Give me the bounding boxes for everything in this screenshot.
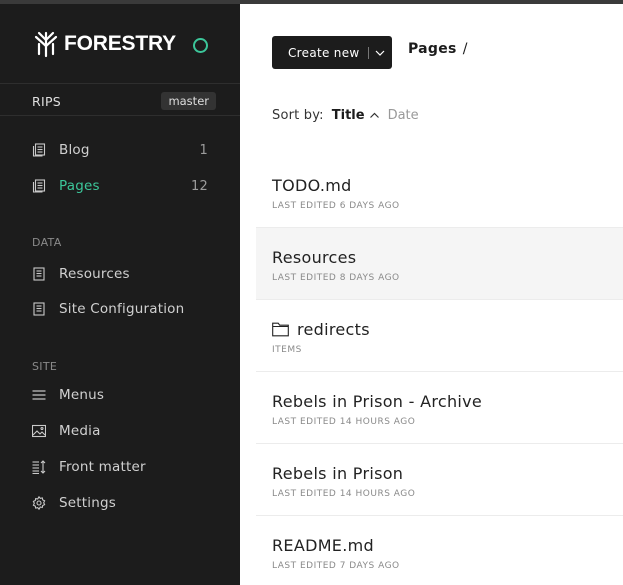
site-switcher[interactable]: RIPS master: [32, 92, 216, 110]
list-item-title: Rebels in Prison: [272, 464, 404, 483]
list-item-title: README.md: [272, 536, 374, 555]
list-item[interactable]: Rebels in Prison - Archive LAST EDITED 1…: [256, 372, 623, 444]
sidebar-item-count: 1: [199, 142, 208, 158]
breadcrumb-current[interactable]: Pages: [408, 41, 457, 57]
sort-controls: Sort by: Title Date: [272, 108, 419, 123]
document-stack-icon: [32, 179, 46, 193]
logo[interactable]: FORESTRY: [32, 30, 176, 58]
list-item-title-wrap: redirects: [272, 320, 370, 339]
sidebar: FORESTRY RIPS master Blog 1 Pages 12 DAT…: [0, 4, 240, 585]
sidebar-item-label: Menus: [59, 387, 105, 403]
sidebar-item-resources[interactable]: Resources: [32, 263, 208, 285]
list-item-meta: LAST EDITED 7 DAYS AGO: [272, 561, 400, 571]
document-icon: [33, 302, 45, 316]
list-item-title: redirects: [297, 320, 370, 339]
breadcrumb-separator: /: [462, 41, 468, 57]
gear-icon: [32, 496, 46, 510]
folder-icon: [272, 322, 289, 337]
list-item-meta: ITEMS: [272, 345, 302, 355]
forestry-tree-icon: [34, 31, 58, 58]
sort-by-title[interactable]: Title: [332, 108, 365, 123]
branch-badge[interactable]: master: [161, 92, 216, 110]
create-new-label: Create new: [288, 45, 360, 60]
sidebar-item-label: Resources: [59, 266, 130, 282]
chevron-up-icon[interactable]: [369, 110, 380, 121]
breadcrumb: Pages /: [408, 41, 468, 57]
list-item-folder[interactable]: redirects ITEMS: [256, 300, 623, 372]
create-new-button[interactable]: Create new: [272, 36, 392, 69]
sidebar-item-blog[interactable]: Blog 1: [32, 139, 208, 161]
list-item-meta: LAST EDITED 14 HOURS AGO: [272, 417, 416, 427]
list-item-meta: LAST EDITED 14 HOURS AGO: [272, 489, 416, 499]
divider: [0, 115, 240, 116]
sidebar-item-front-matter[interactable]: Front matter: [32, 456, 208, 478]
sort-by-date[interactable]: Date: [388, 108, 419, 123]
main-content: Create new Pages / Sort by: Title Date TO…: [240, 4, 623, 585]
sidebar-item-label: Media: [59, 423, 101, 439]
section-heading-site: SITE: [32, 360, 58, 373]
list-item-meta: LAST EDITED 8 DAYS AGO: [272, 273, 400, 283]
status-indicator-icon: [193, 38, 208, 53]
section-heading-data: DATA: [32, 236, 62, 249]
sidebar-item-menus[interactable]: Menus: [32, 384, 208, 406]
sidebar-item-label: Settings: [59, 495, 116, 511]
sidebar-item-count: 12: [191, 178, 208, 194]
content-list: TODO.md LAST EDITED 6 DAYS AGO Resources…: [256, 156, 623, 585]
sidebar-item-site-configuration[interactable]: Site Configuration: [32, 298, 208, 320]
divider: [0, 83, 240, 84]
chevron-down-icon[interactable]: [374, 47, 386, 59]
sidebar-item-pages[interactable]: Pages 12: [32, 175, 208, 197]
list-item[interactable]: Rebels in Prison LAST EDITED 14 HOURS AG…: [256, 444, 623, 516]
list-item-title: Rebels in Prison - Archive: [272, 392, 483, 411]
list-item[interactable]: README.md LAST EDITED 7 DAYS AGO: [256, 516, 623, 585]
site-name: RIPS: [32, 93, 62, 109]
sidebar-item-label: Blog: [59, 142, 90, 158]
sidebar-item-media[interactable]: Media: [32, 420, 208, 442]
list-item-title: Resources: [272, 248, 357, 267]
front-matter-icon: [32, 460, 46, 474]
document-stack-icon: [32, 143, 46, 157]
sidebar-item-label: Site Configuration: [59, 301, 185, 317]
list-item-title: TODO.md: [272, 176, 352, 195]
brand-name: FORESTRY: [64, 32, 176, 55]
sort-label: Sort by:: [272, 108, 324, 123]
document-icon: [33, 267, 45, 281]
button-separator: [367, 46, 369, 59]
list-item-meta: LAST EDITED 6 DAYS AGO: [272, 201, 400, 211]
list-item[interactable]: TODO.md LAST EDITED 6 DAYS AGO: [256, 156, 623, 228]
list-item[interactable]: Resources LAST EDITED 8 DAYS AGO: [256, 228, 623, 300]
sidebar-item-label: Pages: [59, 178, 100, 194]
sidebar-item-settings[interactable]: Settings: [32, 492, 208, 514]
sidebar-item-label: Front matter: [59, 459, 146, 475]
image-icon: [32, 424, 46, 438]
menu-icon: [32, 390, 46, 400]
